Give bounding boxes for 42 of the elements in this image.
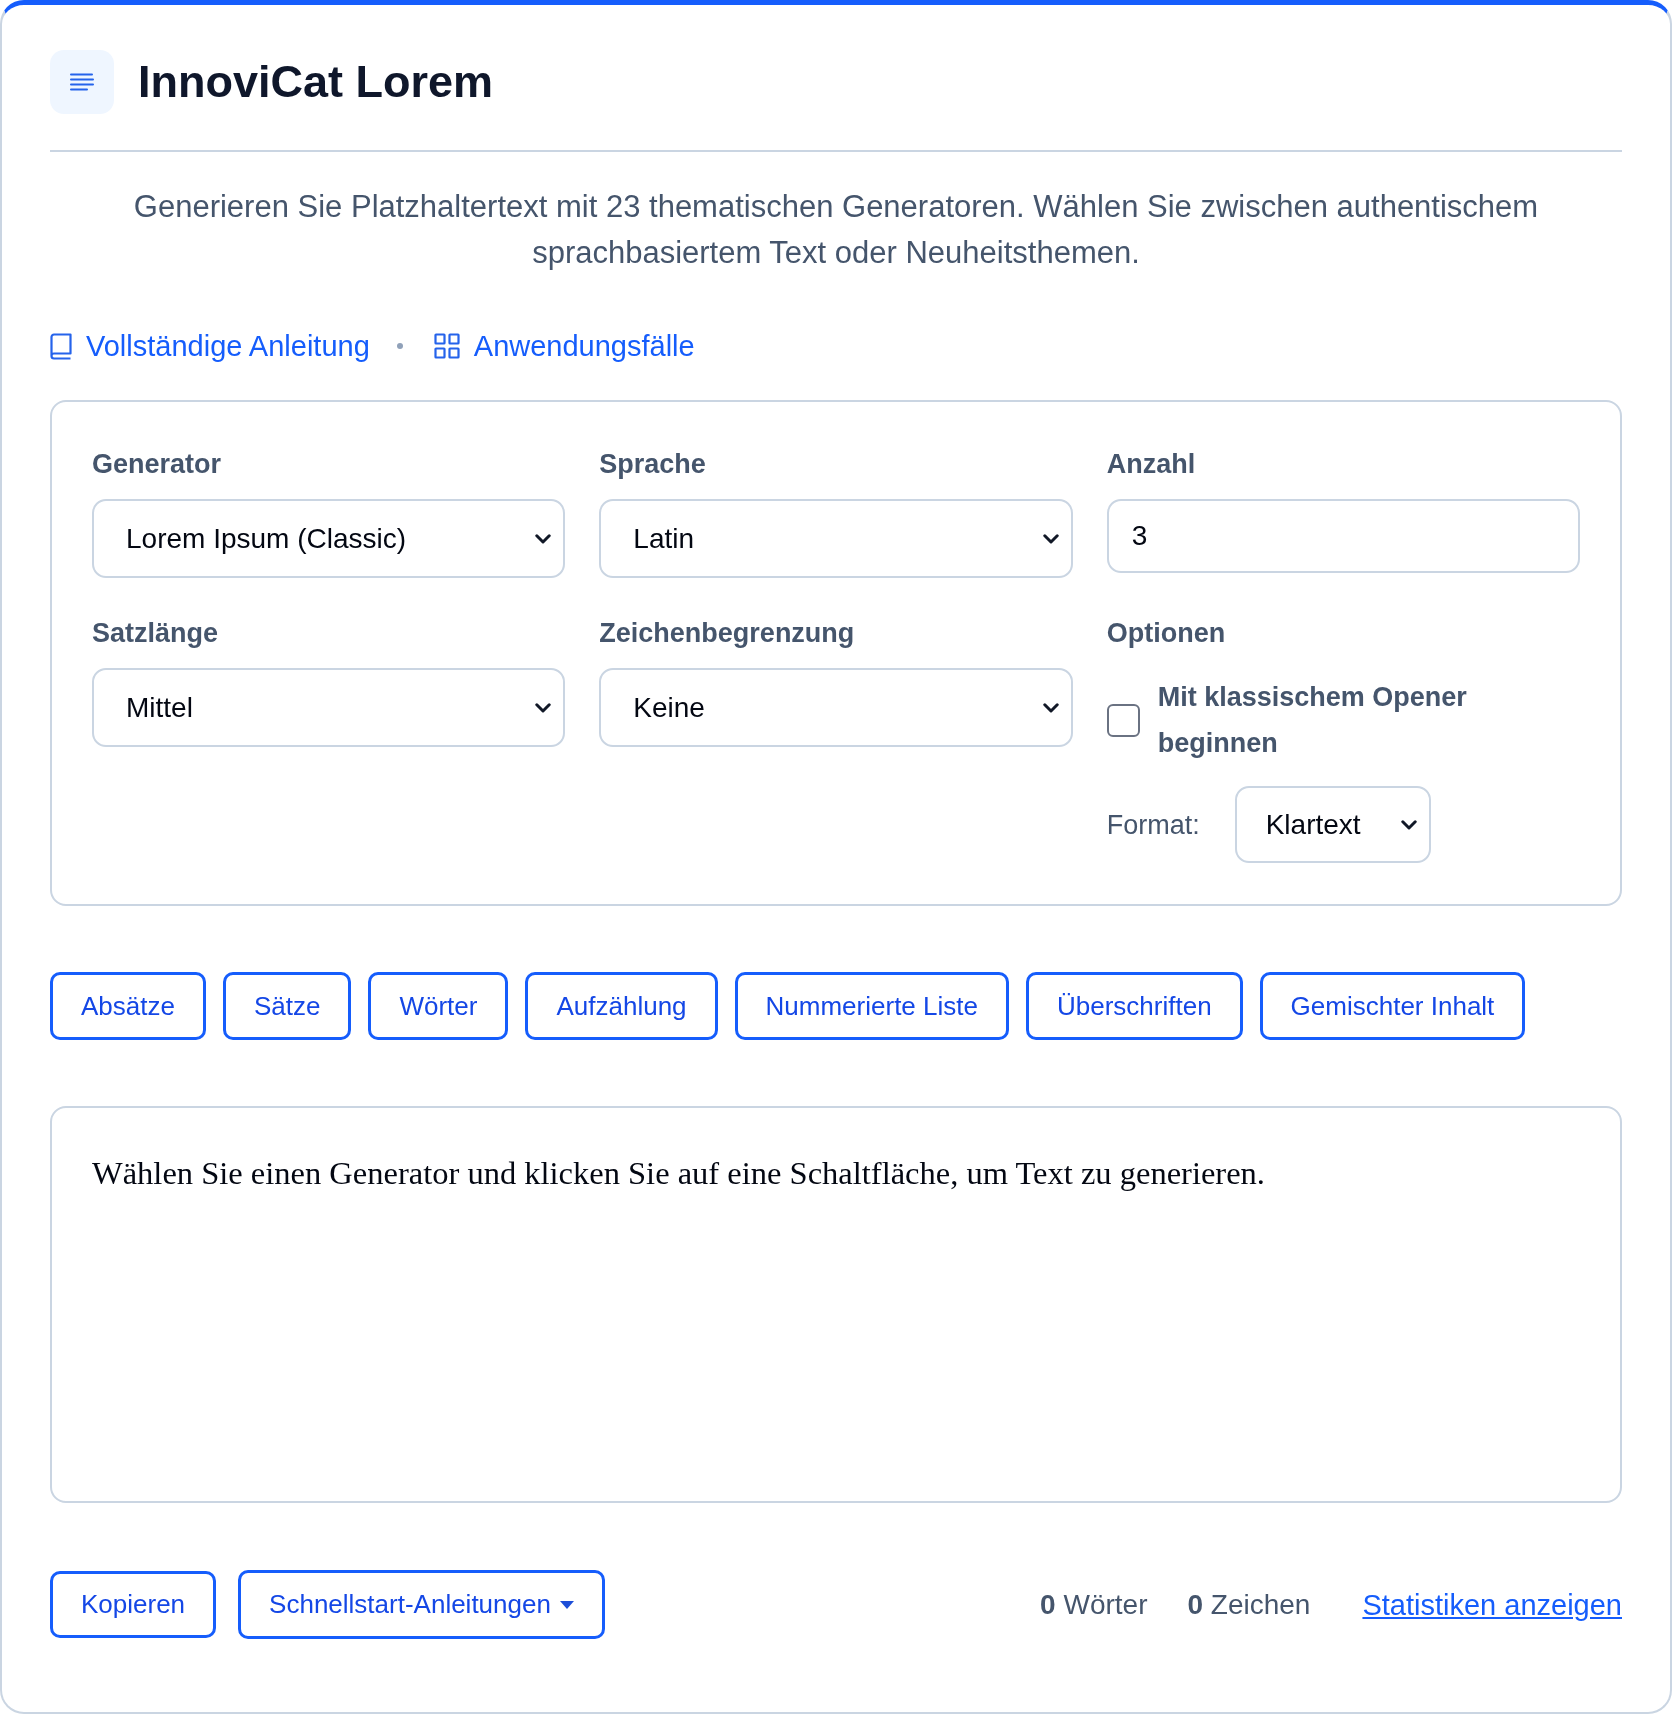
number-input[interactable]: 3 [1106, 499, 1580, 573]
chevron-down-icon [1042, 702, 1059, 713]
field-label: Anzahl [1106, 448, 1197, 480]
checkbox[interactable] [1106, 703, 1140, 737]
select-field[interactable]: Latin [599, 499, 1073, 578]
stat-text: 0 Wörter [1040, 1587, 1148, 1622]
action-button[interactable]: Kopieren [50, 1571, 217, 1638]
generate-button[interactable]: Aufzählung [525, 972, 718, 1040]
field-label: Sprache [599, 448, 707, 480]
grid-icon [433, 333, 460, 359]
generate-button[interactable]: Überschriften [1025, 972, 1243, 1040]
chevron-down-icon [1042, 533, 1059, 544]
select-field[interactable]: Klartext [1234, 786, 1431, 863]
caret-down-icon [559, 1600, 574, 1609]
field-label: Format: [1106, 808, 1200, 841]
generate-button[interactable]: Gemischter Inhalt [1259, 972, 1526, 1040]
stats-link[interactable]: Statistiken anzeigen [1362, 1586, 1622, 1623]
field-label: Generator [92, 448, 223, 480]
chevron-down-icon [535, 702, 552, 713]
field-label: Satzlänge [92, 617, 220, 649]
description-text: Generieren Sie Platzhaltertext mit 23 thematischen Generatoren. Wählen Sie zwischen authentischem sprachbasiertem Text oder Neuheitsthemen. [132, 188, 1540, 272]
select-field[interactable]: Keine [599, 668, 1073, 747]
dropdown-button[interactable]: Schnellstart-Anleitungen [238, 1570, 605, 1639]
generate-button[interactable]: Nummerierte Liste [734, 972, 1009, 1040]
nav-link[interactable]: Vollständige Anleitung [50, 328, 370, 364]
field-label: Optionen [1106, 617, 1227, 649]
generate-button[interactable]: Wörter [368, 972, 509, 1040]
chevron-down-icon [535, 533, 552, 544]
text-lines-icon [50, 50, 114, 114]
generate-button[interactable]: Absätze [50, 972, 206, 1040]
output-text: Wählen Sie einen Generator und klicken Sie auf eine Schaltfläche, um Text zu generieren. [92, 1154, 1266, 1192]
generate-button[interactable]: Sätze [222, 972, 352, 1040]
select-field[interactable]: Lorem Ipsum (Classic) [92, 499, 566, 578]
app-title: InnoviCat Lorem [138, 56, 494, 108]
nav-link[interactable]: Anwendungsfälle [433, 328, 695, 364]
stat-text: 0 Zeichen [1187, 1587, 1311, 1622]
select-field[interactable]: Mittel [92, 668, 566, 747]
book-icon [50, 332, 72, 360]
checkbox-label: Mit klassischem Opener beginnen [1157, 681, 1468, 760]
chevron-down-icon [1400, 819, 1417, 830]
field-label: Zeichenbegrenzung [599, 617, 856, 649]
dot-separator-icon [396, 343, 403, 349]
